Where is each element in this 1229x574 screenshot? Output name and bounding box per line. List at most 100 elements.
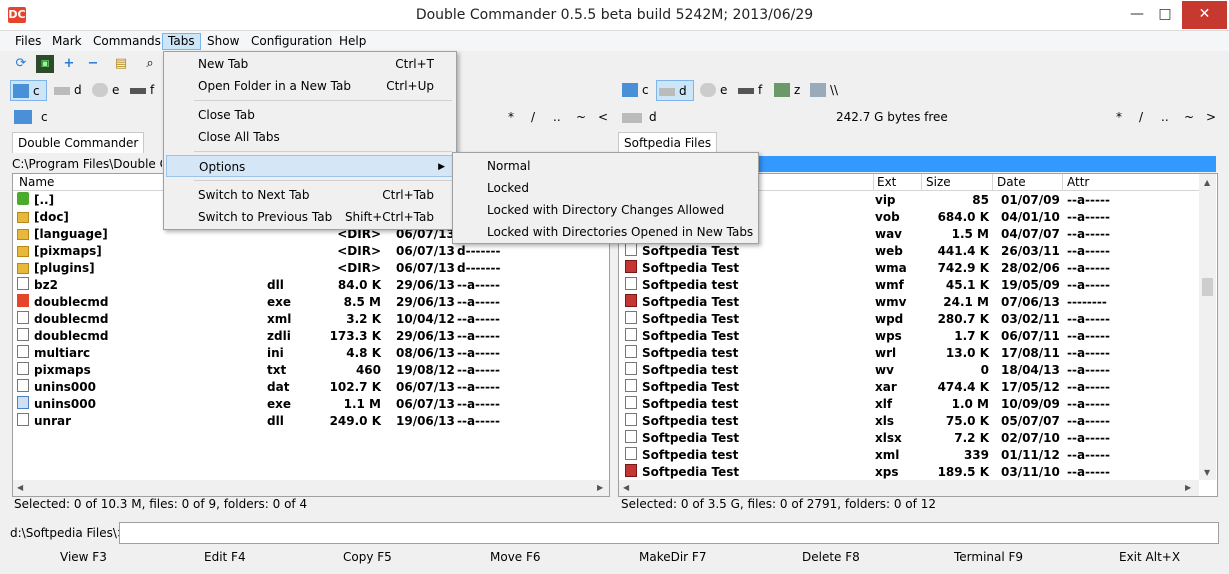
menu-item-close-all-tabs[interactable]: Close All Tabs [166,126,454,148]
scroll-left-icon[interactable]: ◀ [17,483,23,492]
right-hscrollbar[interactable]: ◀ ▶ [619,480,1199,496]
left-drive-c[interactable]: c [10,80,47,101]
copy-button[interactable]: Copy F5 [343,550,392,564]
menu-item-next-tab[interactable]: Switch to Next Tab Ctrl+Tab [166,184,454,206]
add-icon[interactable]: + [60,55,78,73]
refresh-icon[interactable]: ⟳ [12,55,30,73]
right-drive-d[interactable]: d [656,80,694,101]
table-row[interactable]: Softpedia Test wma 742.9 K 28/02/06 --a----- [619,260,1199,277]
table-row[interactable]: Softpedia Test xar 474.4 K 17/05/12 --a----- [619,379,1199,396]
minimize-button[interactable]: — [1124,1,1150,29]
cmdline-input[interactable] [119,522,1219,544]
exit-button[interactable]: Exit Alt+X [1119,550,1180,564]
right-drive-z[interactable]: z [772,80,804,101]
menu-tabs[interactable]: Tabs [162,33,201,50]
table-row[interactable]: Softpedia Test xps 189.5 K 03/11/10 --a----- [619,464,1199,481]
table-row[interactable]: Softpedia Test wps 1.7 K 06/07/11 --a----- [619,328,1199,345]
table-row[interactable]: unrar dll 249.0 K 19/06/13 --a----- [13,413,609,430]
scroll-thumb[interactable] [1202,278,1213,296]
table-row[interactable]: doublecmd exe 8.5 M 29/06/13 --a----- [13,294,609,311]
scroll-right-icon[interactable]: ▶ [1185,483,1191,492]
nav-root[interactable]: * [508,110,514,124]
table-row[interactable]: Softpedia Test xlsx 7.2 K 02/07/10 --a----- [619,430,1199,447]
tab-softpedia-files[interactable]: Softpedia Files [618,132,718,153]
edit-button[interactable]: Edit F4 [204,550,246,564]
tab-double-commander[interactable]: Double Commander [12,132,145,153]
menu-files[interactable]: Files [10,33,46,50]
table-row[interactable]: Softpedia test wv 0 18/04/13 --a----- [619,362,1199,379]
menu-item-close-tab[interactable]: Close Tab [166,104,454,126]
nav-up[interactable]: .. [1161,110,1169,124]
menu-item-options[interactable]: Options ▶ [166,155,454,177]
move-button[interactable]: Move F6 [490,550,541,564]
table-row[interactable]: Softpedia test wmf 45.1 K 19/05/09 --a----- [619,277,1199,294]
nav-back[interactable]: < [598,110,608,124]
table-row[interactable]: pixmaps txt 460 19/08/12 --a----- [13,362,609,379]
nav-home[interactable]: ~ [1184,110,1194,124]
table-row[interactable]: Softpedia Test wmv 24.1 M 07/06/13 -------- [619,294,1199,311]
nav-slash[interactable]: / [531,110,535,124]
table-row[interactable]: [plugins] <DIR> 06/07/13 d------- [13,260,609,277]
terminal-icon[interactable]: ▣ [36,55,54,73]
delete-button[interactable]: Delete F8 [802,550,860,564]
menu-item-open-folder-new-tab[interactable]: Open Folder in a New Tab Ctrl+Up [166,75,454,97]
scroll-up-icon[interactable]: ▲ [1204,178,1210,187]
table-row[interactable]: Softpedia Test wpd 280.7 K 03/02/11 --a----- [619,311,1199,328]
col-date[interactable]: Date [997,175,1026,189]
col-ext[interactable]: Ext [877,175,896,189]
table-row[interactable]: Softpedia Test web 441.4 K 26/03/11 --a----- [619,243,1199,260]
col-name[interactable]: Name [19,175,54,189]
left-drive-d[interactable]: d [52,80,92,101]
table-row[interactable]: unins000 dat 102.7 K 06/07/13 --a----- [13,379,609,396]
menu-configuration[interactable]: Configuration [246,33,337,50]
table-row[interactable]: Softpedia test xlf 1.0 M 10/09/09 --a----- [619,396,1199,413]
right-drive-f[interactable]: f [736,80,766,101]
table-row[interactable]: Softpedia test wrl 13.0 K 17/08/11 --a----- [619,345,1199,362]
view-button[interactable]: View F3 [60,550,107,564]
option-locked[interactable]: Locked [455,177,755,199]
maximize-button[interactable]: □ [1152,1,1178,29]
option-locked-dir-changes[interactable]: Locked with Directory Changes Allowed [455,199,755,221]
menu-show[interactable]: Show [202,33,244,50]
left-hscrollbar[interactable]: ◀ ▶ [13,480,609,496]
table-row[interactable]: Softpedia test xml 339 01/11/12 --a----- [619,447,1199,464]
right-drive-e[interactable]: e [698,80,732,101]
minus-icon[interactable]: − [84,55,102,73]
table-row[interactable]: doublecmd zdli 173.3 K 29/06/13 --a----- [13,328,609,345]
file-attr: --a----- [1067,397,1110,411]
file-name: Softpedia Test [642,465,740,479]
right-vscrollbar[interactable]: ▲ ▼ [1199,174,1216,480]
left-drive-f[interactable]: f [128,80,160,101]
search-icon[interactable]: ⌕ [141,55,159,73]
makedir-button[interactable]: MakeDir F7 [639,550,706,564]
right-drive-network[interactable]: \\ [808,80,844,101]
scroll-left-icon[interactable]: ◀ [623,483,629,492]
menu-help[interactable]: Help [334,33,371,50]
col-size[interactable]: Size [926,175,951,189]
nav-up[interactable]: .. [553,110,561,124]
col-attr[interactable]: Attr [1067,175,1089,189]
nav-home[interactable]: ~ [576,110,586,124]
right-drive-c[interactable]: c [620,80,654,101]
menu-mark[interactable]: Mark [47,33,87,50]
table-row[interactable]: Softpedia test xls 75.0 K 05/07/07 --a----- [619,413,1199,430]
menu-commands[interactable]: Commands [88,33,166,50]
option-normal[interactable]: Normal [455,155,755,177]
left-drive-e[interactable]: e [90,80,130,101]
menu-item-previous-tab[interactable]: Switch to Previous Tab Shift+Ctrl+Tab [166,206,454,228]
table-row[interactable]: bz2 dll 84.0 K 29/06/13 --a----- [13,277,609,294]
close-button[interactable]: ✕ [1182,1,1227,29]
table-row[interactable]: doublecmd xml 3.2 K 10/04/12 --a----- [13,311,609,328]
terminal-button[interactable]: Terminal F9 [954,550,1023,564]
note-icon[interactable]: ▤ [112,55,130,73]
nav-forward[interactable]: > [1206,110,1216,124]
nav-slash[interactable]: / [1139,110,1143,124]
table-row[interactable]: multiarc ini 4.8 K 08/06/13 --a----- [13,345,609,362]
table-row[interactable]: [pixmaps] <DIR> 06/07/13 d------- [13,243,609,260]
option-locked-new-tabs[interactable]: Locked with Directories Opened in New Ta… [455,221,755,243]
scroll-down-icon[interactable]: ▼ [1204,468,1210,477]
table-row[interactable]: unins000 exe 1.1 M 06/07/13 --a----- [13,396,609,413]
nav-root[interactable]: * [1116,110,1122,124]
menu-item-new-tab[interactable]: New Tab Ctrl+T [166,53,454,75]
scroll-right-icon[interactable]: ▶ [597,483,603,492]
